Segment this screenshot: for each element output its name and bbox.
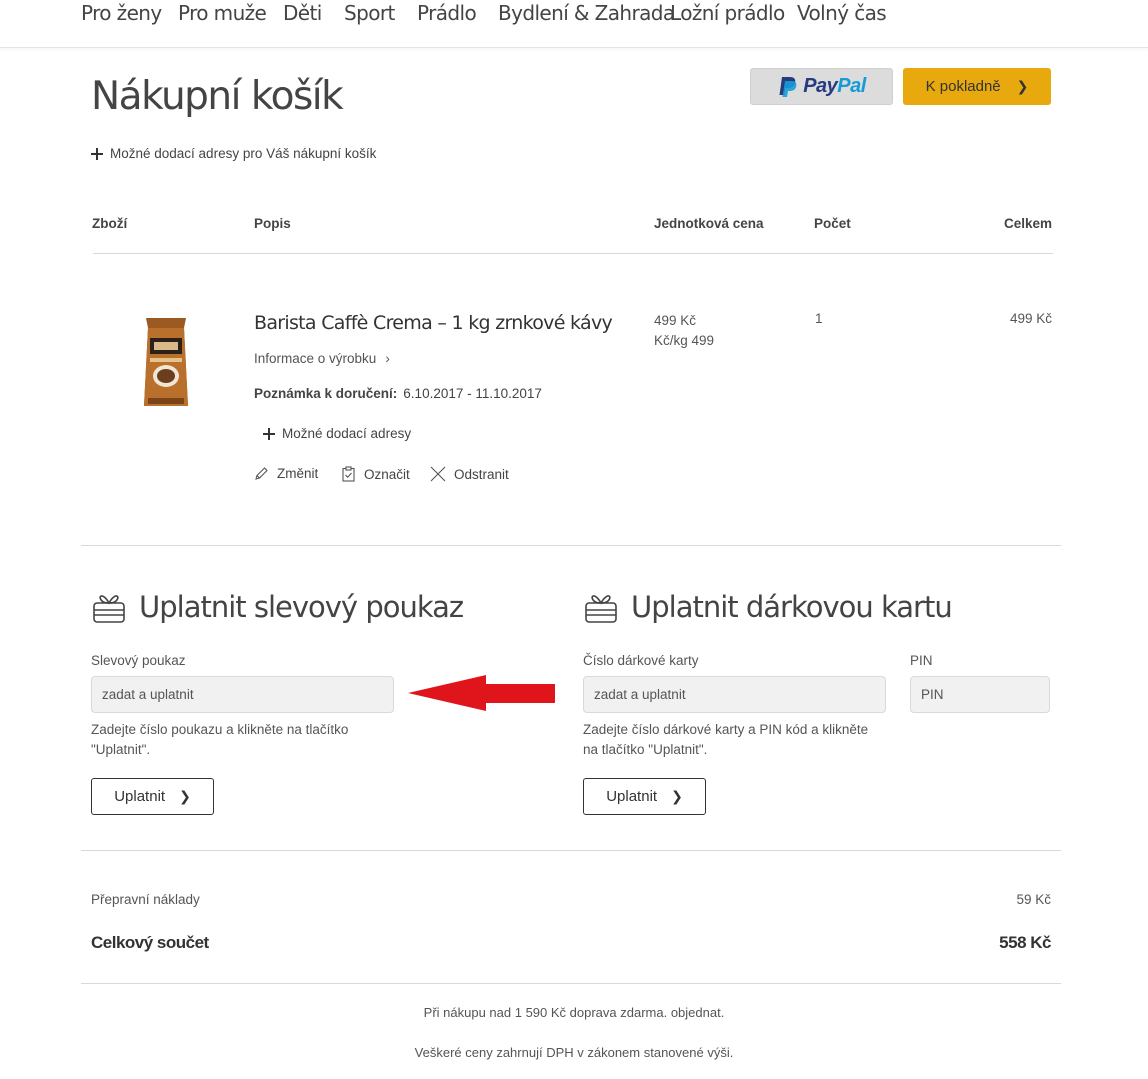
nav-item-sport[interactable]: Sport (344, 1, 395, 25)
product-image[interactable] (140, 314, 192, 410)
table-header-divider (93, 253, 1053, 254)
shipping-value: 59 Kč (1016, 892, 1051, 907)
chevron-right-icon: ❯ (1016, 78, 1029, 94)
gift-card-number-input[interactable] (583, 676, 886, 713)
paypal-pal-text: Pal (837, 75, 866, 97)
nav-item-lingerie[interactable]: Prádlo (417, 1, 477, 25)
nav-item-home-garden[interactable]: Bydlení & Zahrada (498, 1, 675, 25)
voucher-code-input[interactable] (91, 676, 394, 713)
column-header-description: Popis (254, 216, 291, 231)
cart-divider (81, 545, 1061, 546)
gift-card-number-label: Číslo dárkové karty (583, 653, 699, 668)
gift-card-section-title: Uplatnit dárkovou kartu (583, 590, 953, 624)
column-header-total: Celkem (1003, 216, 1052, 231)
clipboard-check-icon (342, 466, 355, 482)
paypal-wordmark: PayPal (803, 75, 866, 98)
voucher-apply-label: Uplatnit (114, 788, 166, 805)
plus-icon (263, 428, 275, 441)
gift-card-apply-label: Uplatnit (606, 788, 658, 805)
delivery-note-label: Poznámka k doručení: (254, 386, 398, 401)
close-icon (430, 466, 446, 482)
delivery-note-value: 6.10.2017 - 11.10.2017 (403, 386, 542, 401)
gift-card-apply-button[interactable]: Uplatnit ❯ (583, 778, 706, 815)
gift-card-section-title-text: Uplatnit dárkovou kartu (631, 590, 953, 624)
pin-input[interactable] (910, 676, 1050, 713)
quantity-value: 1 (815, 311, 823, 326)
nav-item-women[interactable]: Pro ženy (81, 1, 162, 25)
cart-delivery-addresses-label: Možné dodací adresy pro Váš nákupní koší… (110, 146, 377, 161)
edit-button[interactable]: Změnit (254, 466, 318, 481)
column-header-unit-price: Jednotková cena (654, 216, 764, 231)
item-delivery-addresses-label: Možné dodací adresy (282, 426, 412, 441)
grand-total-value: 558 Kč (999, 933, 1051, 952)
price-per-kg: Kč/kg 499 (654, 333, 715, 348)
product-info-label: Informace o výrobku (254, 351, 377, 366)
cart-delivery-addresses-link[interactable]: Možné dodací adresy pro Váš nákupní koší… (91, 146, 376, 161)
item-delivery-addresses-link[interactable]: Možné dodací adresy (263, 426, 411, 441)
paypal-logo-icon (779, 76, 797, 97)
product-name[interactable]: Barista Caffè Crema – 1 kg zrnkové kávy (254, 312, 613, 334)
delivery-note: Poznámka k doručení: 6.10.2017 - 11.10.20… (254, 386, 542, 401)
voucher-hint: Zadejte číslo poukazu a klikněte na tlač… (91, 722, 349, 757)
summary-divider (81, 983, 1061, 984)
unit-price-value: 499 Kč (654, 313, 697, 328)
nav-item-kids[interactable]: Děti (283, 1, 322, 25)
gift-card-hint: Zadejte číslo dárkové karty a PIN kód a … (583, 722, 869, 757)
page-title: Nákupní košík (91, 74, 344, 119)
paypal-button[interactable]: PayPal (750, 68, 893, 105)
column-header-quantity: Počet (814, 216, 851, 231)
free-shipping-note: Při nákupu nad 1 590 Kč doprava zdarma. … (423, 1005, 725, 1020)
row-total: 499 Kč (1009, 311, 1052, 326)
chevron-right-icon: ❯ (179, 788, 191, 804)
edit-button-label: Změnit (277, 466, 319, 481)
gift-icon (93, 595, 125, 623)
grand-total-label: Celkový součet (91, 933, 209, 952)
remove-button[interactable]: Odstranit (430, 466, 509, 482)
shipping-label: Přepravní náklady (91, 892, 200, 907)
column-header-item: Zboží (92, 216, 128, 231)
voucher-apply-button[interactable]: Uplatnit ❯ (91, 778, 214, 815)
voucher-section-title: Uplatnit slevový poukaz (91, 590, 464, 624)
nav-item-bed-linen[interactable]: Ložní prádlo (670, 1, 785, 25)
nav-item-men[interactable]: Pro muže (178, 1, 267, 25)
unit-price: 499 Kč Kč/kg 499 (654, 311, 714, 351)
checkout-button[interactable]: K pokladně ❯ (903, 68, 1051, 105)
gift-icon (585, 595, 617, 623)
paypal-pay-text: Pay (803, 75, 838, 97)
remove-button-label: Odstranit (454, 466, 509, 482)
product-info-link[interactable]: Informace o výrobku › (254, 351, 390, 366)
chevron-right-icon: › (385, 351, 390, 366)
vat-note: Veškeré ceny zahrnují DPH v zákonem stan… (414, 1045, 734, 1060)
pin-label: PIN (910, 653, 933, 668)
checkout-button-label: K pokladně (925, 78, 1001, 95)
mark-button[interactable]: Označit (341, 466, 410, 482)
coupon-divider (81, 850, 1061, 851)
plus-icon (91, 148, 103, 161)
nav-item-leisure[interactable]: Volný čas (797, 1, 887, 25)
top-navigation: Pro ženy Pro muže Děti Sport Prádlo Bydl… (0, 0, 1148, 48)
voucher-section-title-text: Uplatnit slevový poukaz (139, 590, 464, 624)
chevron-right-icon: ❯ (671, 788, 683, 804)
pencil-icon (255, 467, 268, 480)
red-arrow-annotation (408, 675, 555, 711)
mark-button-label: Označit (364, 466, 410, 482)
voucher-field-label: Slevový poukaz (91, 653, 186, 668)
